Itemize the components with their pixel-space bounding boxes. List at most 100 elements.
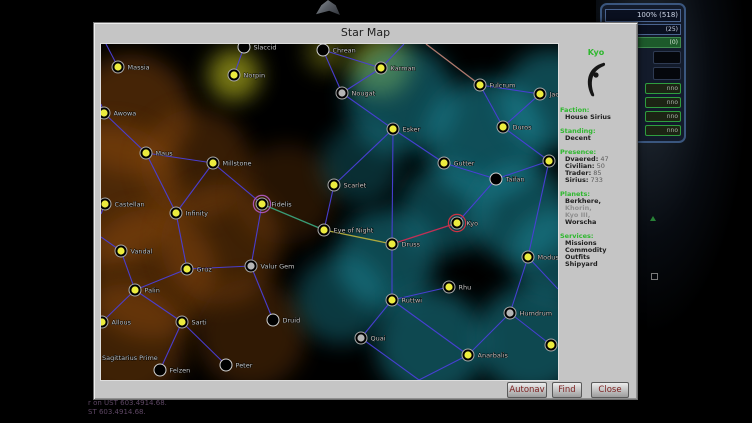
system-label: Eye of Night (334, 227, 374, 235)
map-system-peter[interactable]: Peter (220, 359, 253, 371)
hud-slot (653, 67, 681, 80)
system-dot (547, 341, 554, 348)
system-ring (154, 364, 166, 376)
map-system-valur_gem[interactable]: Valur Gem (245, 260, 294, 272)
system-dot (114, 63, 121, 70)
map-system-druid[interactable]: Druid (267, 314, 300, 326)
planet-row: Worscha (565, 219, 632, 226)
map-system-taifan[interactable]: Taifan (490, 173, 525, 185)
faction-value: House Sirius (565, 114, 632, 121)
map-system-quai[interactable]: Quai (355, 332, 386, 344)
system-label: Druss (402, 241, 421, 249)
service-row: Shipyard (565, 261, 632, 268)
system-label: Chrean (333, 47, 356, 55)
autonav-button[interactable]: Autonav (507, 382, 547, 398)
system-label: Infinity (186, 210, 209, 218)
system-dot (142, 149, 149, 156)
weapon-button[interactable]: nno (645, 111, 681, 122)
map-system-rhu[interactable]: Rhu (443, 281, 471, 293)
system-dot (524, 253, 531, 260)
close-button[interactable]: Close (591, 382, 629, 398)
system-label: Taifan (505, 176, 525, 184)
map-system-eye_of_night[interactable]: Eye of Night (318, 224, 374, 236)
map-system-norpin[interactable]: Norpin (228, 69, 265, 81)
map-system-felzen[interactable]: Felzen (154, 364, 190, 376)
map-system-humdrum[interactable]: Humdrum (504, 307, 552, 319)
map-system-massia[interactable]: Massia (112, 61, 150, 73)
service-list: MissionsCommodityOutfitsShipyard (560, 240, 632, 268)
system-dot (117, 247, 124, 254)
system-label: Anarbalis (478, 352, 509, 360)
system-dot (247, 262, 254, 269)
system-dot (545, 157, 552, 164)
map-system-druss[interactable]: Druss (386, 238, 421, 250)
weapon-button[interactable]: nno (645, 97, 681, 108)
map-system-scarlet[interactable]: Scarlet (328, 179, 367, 191)
system-label: Palin (145, 287, 160, 295)
system-dot (258, 200, 265, 207)
nebula-glow (296, 254, 386, 344)
weapon-button[interactable]: nno (645, 125, 681, 136)
system-info-panel: Kyo Faction: House Sirius Standing: Dece… (560, 43, 632, 379)
map-system-infinity[interactable]: Infinity (170, 207, 208, 219)
map-system-chrean[interactable]: Chrean (317, 44, 356, 56)
system-dot (453, 219, 460, 226)
message-log: r on UST 603.4914.68. ST 603.4914.68. (88, 399, 167, 416)
target-triangle-icon (650, 216, 656, 221)
map-system-fulcrum[interactable]: Fulcrum (474, 79, 516, 91)
map-system-sarti[interactable]: Sarti (176, 316, 207, 328)
system-dot (440, 159, 447, 166)
system-dot (499, 123, 506, 130)
system-label: Maus (156, 150, 174, 158)
log-line: r on UST 603.4914.68. (88, 399, 167, 408)
map-system-duros[interactable]: Duros (497, 121, 532, 133)
map-system-modus[interactable]: Modus M (522, 251, 558, 263)
system-label: Scarlet (344, 182, 367, 190)
map-system-allous[interactable]: Allous (101, 316, 132, 328)
weapon-button[interactable]: nno (645, 83, 681, 94)
system-label: Fidelis (272, 201, 293, 209)
selected-system-name: Kyo (560, 48, 632, 57)
find-button[interactable]: Find (552, 382, 582, 398)
map-system-karman[interactable]: Karman (375, 62, 416, 74)
map-system-millstone[interactable]: Millstone (207, 157, 252, 169)
hud-slot (653, 51, 681, 64)
star-map-canvas[interactable]: Massia Slaccid Norpin Chrean Karman Nougat Ful… (100, 43, 559, 381)
system-ring (317, 44, 329, 56)
map-system-awowa[interactable]: Awowa (101, 107, 136, 119)
system-label: Jac (549, 91, 559, 99)
system-label: Castellan (115, 201, 145, 209)
ship-sprite (316, 0, 340, 15)
map-system-gruz[interactable]: Gruz (181, 263, 212, 275)
map-system-castellan[interactable]: Castellan (101, 198, 145, 210)
map-system-slaccid[interactable]: Slaccid (238, 44, 277, 53)
map-system-nougat[interactable]: Nougat (336, 87, 376, 99)
system-label: Duros (513, 124, 533, 132)
system-dot (377, 64, 384, 71)
system-ring (267, 314, 279, 326)
system-dot (357, 334, 364, 341)
star-map-dialog: Star Map MassiaSlaccidNorpinChreanKarman… (93, 22, 638, 400)
log-line: ST 603.4914.68. (88, 408, 167, 417)
system-label: Sarti (192, 319, 207, 327)
map-system-anarbalis[interactable]: Anarbalis (462, 349, 508, 361)
map-system-palin[interactable]: Palin (129, 284, 160, 296)
system-dot (445, 283, 452, 290)
system-dot (338, 89, 345, 96)
system-label: Felzen (170, 367, 191, 375)
system-label: Kyo (467, 220, 479, 228)
map-system-maus[interactable]: Maus (140, 147, 173, 159)
system-label: Nougat (352, 90, 376, 98)
map-system-ruttwi[interactable]: Ruttwi (386, 294, 422, 306)
system-dot (230, 71, 237, 78)
presence-row: Sirius: 733 (565, 177, 632, 184)
system-dot (476, 81, 483, 88)
system-dot (330, 181, 337, 188)
system-label: Esker (403, 126, 421, 134)
map-system-esker[interactable]: Esker (387, 123, 421, 135)
map-system-gutter[interactable]: Gutter (438, 157, 475, 169)
system-ring (220, 359, 232, 371)
map-system-edge_r1[interactable] (543, 155, 555, 167)
map-system-vandal[interactable]: Vandal (115, 245, 153, 257)
map-system-edge_r2[interactable] (545, 339, 557, 351)
